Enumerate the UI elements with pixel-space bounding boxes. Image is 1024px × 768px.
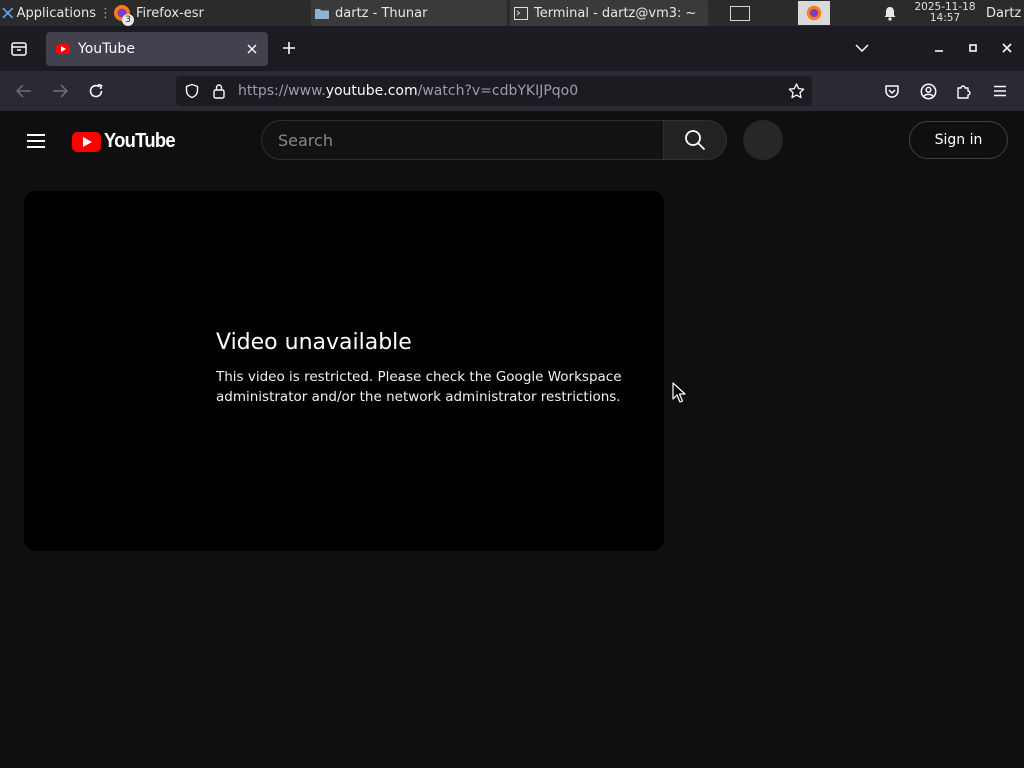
search-button[interactable] bbox=[663, 120, 727, 160]
minimize-window-button[interactable] bbox=[927, 36, 951, 60]
menu-separator-icon: ⋮ bbox=[99, 5, 112, 21]
youtube-page: YouTube Sign in Video unavailable This v… bbox=[0, 111, 1024, 768]
account-icon bbox=[920, 83, 936, 99]
taskbar-item-label: Terminal - dartz@vm3: ~ bbox=[534, 5, 697, 21]
new-tab-button[interactable] bbox=[278, 38, 300, 60]
voice-search-button[interactable] bbox=[743, 120, 783, 160]
reload-icon bbox=[89, 83, 103, 98]
os-taskbar: Applications ⋮ 3 Firefox-esr dartz - Thu… bbox=[0, 0, 1024, 26]
close-icon bbox=[247, 44, 257, 54]
plus-icon bbox=[283, 42, 295, 54]
clock-time: 14:57 bbox=[929, 12, 961, 24]
youtube-play-logo-icon bbox=[72, 131, 101, 152]
close-window-button[interactable] bbox=[995, 36, 1019, 60]
user-name: Dartz bbox=[986, 5, 1022, 21]
youtube-logo[interactable]: YouTube bbox=[72, 130, 181, 153]
maximize-icon bbox=[969, 44, 977, 52]
desktop-icon bbox=[730, 5, 750, 21]
url-text[interactable]: https://www.youtube.com/watch?v=cdbYKIJP… bbox=[238, 76, 578, 106]
terminal-icon bbox=[514, 6, 528, 20]
video-player[interactable]: Video unavailable This video is restrict… bbox=[24, 191, 664, 551]
hamburger-menu-icon bbox=[994, 85, 1006, 97]
bookmark-star-icon[interactable] bbox=[788, 83, 805, 99]
show-desktop-button[interactable] bbox=[728, 0, 752, 26]
tab-title: YouTube bbox=[78, 41, 135, 57]
taskbar-item-firefox[interactable]: 3 Firefox-esr bbox=[112, 0, 308, 26]
firefox-icon: 3 bbox=[112, 3, 134, 26]
clock[interactable]: 2025-11-18 14:57 bbox=[906, 0, 984, 26]
applications-menu-label: Applications bbox=[16, 5, 96, 21]
user-menu-button[interactable]: Dartz bbox=[986, 0, 1024, 26]
taskbar-item-terminal[interactable]: Terminal - dartz@vm3: ~ bbox=[510, 0, 708, 26]
account-button[interactable] bbox=[916, 79, 940, 103]
pocket-button[interactable] bbox=[880, 79, 904, 103]
back-button[interactable] bbox=[12, 79, 36, 103]
browser-nav-toolbar: https://www.youtube.com/watch?v=cdbYKIJP… bbox=[0, 71, 1024, 111]
applications-menu-button[interactable]: Applications ⋮ bbox=[0, 0, 112, 26]
url-host: youtube.com bbox=[325, 83, 418, 99]
pocket-icon bbox=[885, 84, 899, 98]
search-icon bbox=[685, 130, 706, 151]
close-tab-button[interactable] bbox=[242, 39, 262, 59]
puzzle-piece-icon bbox=[957, 85, 971, 99]
arrow-right-icon bbox=[53, 84, 68, 98]
url-path: /watch?v=cdbYKIJPqo0 bbox=[417, 83, 579, 99]
tray-firefox-button[interactable] bbox=[798, 1, 830, 25]
error-title: Video unavailable bbox=[216, 330, 412, 355]
taskbar-item-label: dartz - Thunar bbox=[335, 5, 428, 21]
sign-in-button[interactable]: Sign in bbox=[909, 121, 1008, 159]
chevron-down-icon bbox=[855, 44, 869, 52]
reload-button[interactable] bbox=[84, 79, 108, 103]
browser-tab-strip: YouTube bbox=[0, 26, 1024, 71]
lock-icon[interactable] bbox=[212, 83, 226, 99]
extensions-button[interactable] bbox=[952, 79, 976, 103]
applications-menu-icon bbox=[2, 7, 13, 19]
firefox-view-icon[interactable] bbox=[10, 40, 28, 58]
close-icon bbox=[1002, 43, 1012, 53]
bell-icon bbox=[884, 6, 896, 21]
minimize-icon bbox=[935, 50, 943, 52]
taskbar-item-label: Firefox-esr bbox=[136, 5, 204, 21]
url-prefix: https://www. bbox=[238, 83, 326, 99]
maximize-window-button[interactable] bbox=[961, 36, 985, 60]
error-message: This video is restricted. Please check t… bbox=[216, 369, 622, 405]
youtube-logo-text: YouTube bbox=[104, 130, 176, 152]
taskbar-item-thunar[interactable]: dartz - Thunar bbox=[311, 0, 507, 26]
forward-button[interactable] bbox=[48, 79, 72, 103]
firefox-icon bbox=[806, 5, 822, 21]
mouse-cursor-icon bbox=[672, 382, 686, 403]
arrow-left-icon bbox=[16, 84, 31, 98]
search-input[interactable] bbox=[261, 120, 663, 160]
app-menu-button[interactable] bbox=[988, 79, 1012, 103]
list-all-tabs-button[interactable] bbox=[850, 36, 874, 60]
folder-icon bbox=[315, 9, 329, 19]
guide-menu-icon[interactable] bbox=[24, 129, 48, 153]
window-count-badge: 3 bbox=[122, 14, 134, 26]
address-bar[interactable]: https://www.youtube.com/watch?v=cdbYKIJP… bbox=[176, 76, 812, 106]
notifications-button[interactable] bbox=[880, 0, 900, 26]
browser-tab-youtube[interactable]: YouTube bbox=[46, 32, 268, 66]
sign-in-label: Sign in bbox=[934, 132, 983, 148]
tracking-protection-shield-icon[interactable] bbox=[184, 83, 200, 99]
youtube-favicon-icon bbox=[56, 44, 70, 54]
